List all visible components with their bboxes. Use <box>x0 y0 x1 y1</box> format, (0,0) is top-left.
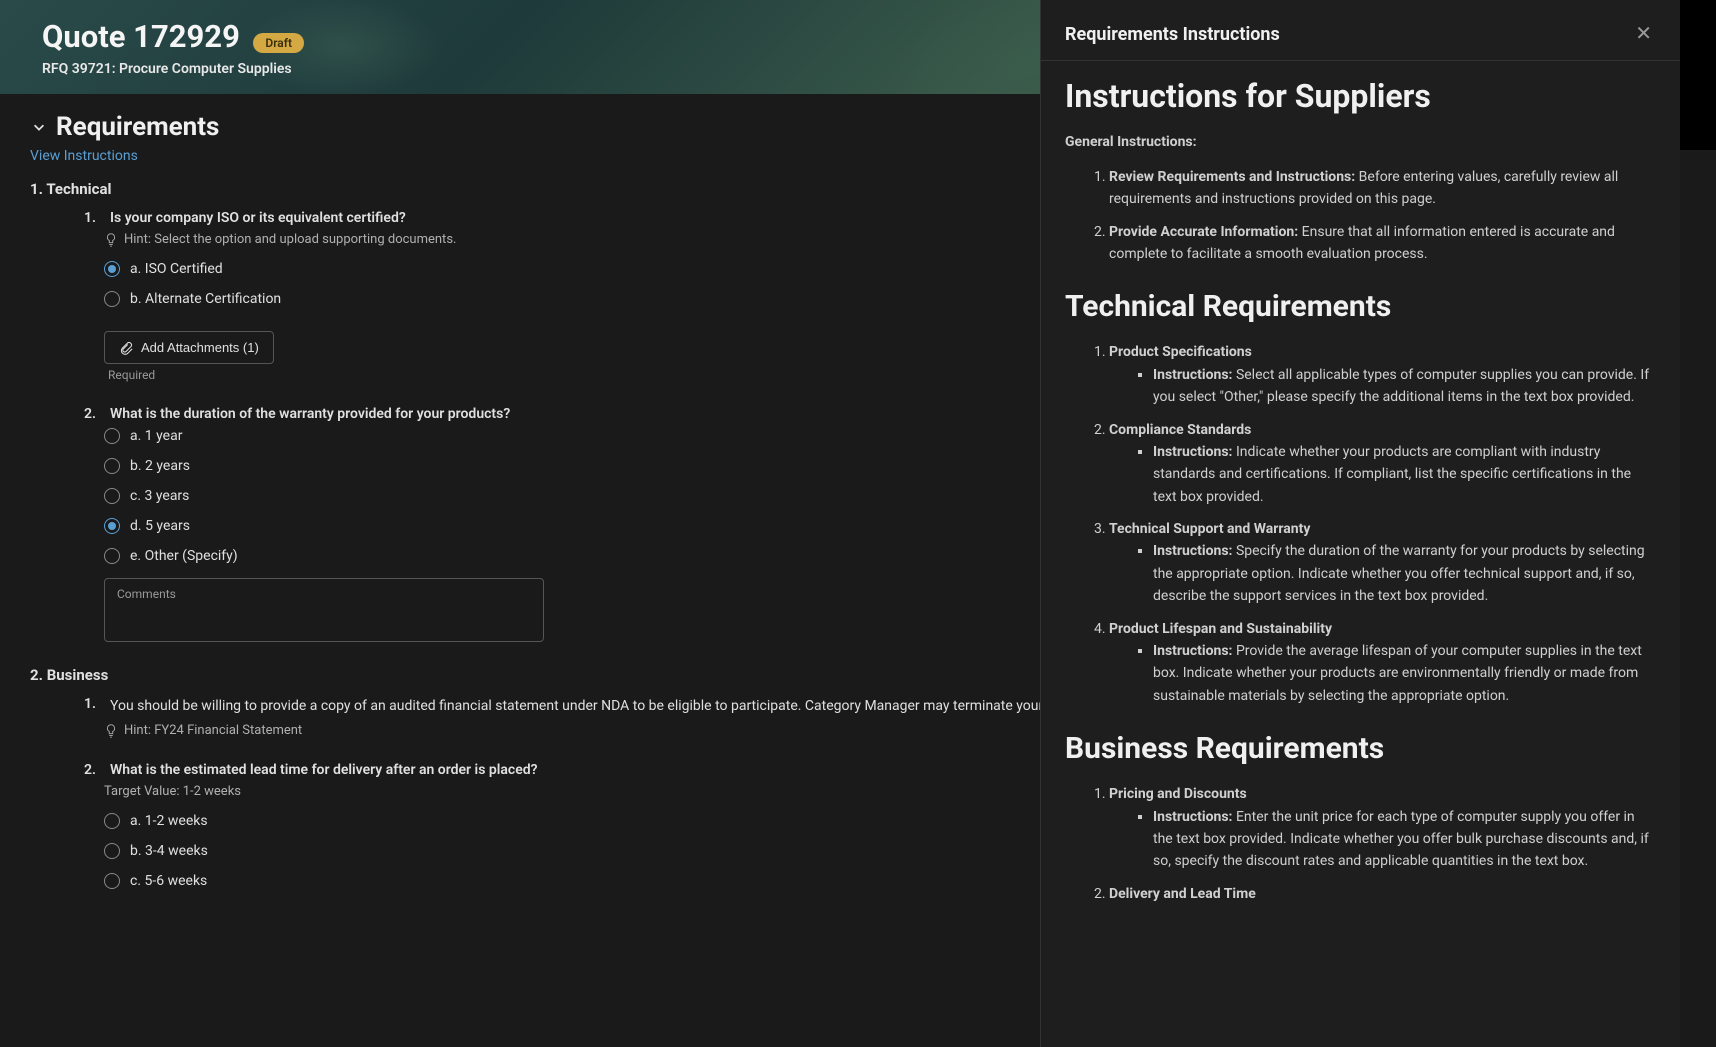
question-number: 1. <box>84 210 102 226</box>
radio-icon <box>104 428 120 444</box>
add-attachments-label: Add Attachments (1) <box>141 340 259 355</box>
chevron-down-icon[interactable] <box>30 118 48 136</box>
radio-label: a. ISO Certified <box>130 261 223 277</box>
panel-title: Requirements Instructions <box>1065 24 1280 45</box>
radio-icon <box>104 458 120 474</box>
status-badge: Draft <box>253 33 304 53</box>
technical-requirements-heading: Technical Requirements <box>1065 289 1656 325</box>
list-item: Technical Support and Warranty Instructi… <box>1109 518 1656 608</box>
radio-label: c. 5-6 weeks <box>130 873 207 889</box>
list-item: Product Specifications Instructions: Sel… <box>1109 341 1656 408</box>
hint-text: Hint: Select the option and upload suppo… <box>124 232 456 247</box>
list-item: Pricing and Discounts Instructions: Ente… <box>1109 783 1656 873</box>
list-item: Delivery and Lead Time <box>1109 883 1656 905</box>
list-item: Instructions: Provide the average lifesp… <box>1153 640 1656 707</box>
business-requirements-heading: Business Requirements <box>1065 731 1656 767</box>
general-instructions-label: General Instructions: <box>1065 134 1197 150</box>
right-rail <box>1680 0 1716 150</box>
radio-icon <box>104 873 120 889</box>
question-number: 2. <box>84 762 102 778</box>
list-item: Instructions: Specify the duration of th… <box>1153 540 1656 607</box>
radio-icon <box>104 518 120 534</box>
radio-label: b. 2 years <box>130 458 190 474</box>
paperclip-icon <box>119 341 133 355</box>
radio-icon <box>104 488 120 504</box>
list-item: Instructions: Select all applicable type… <box>1153 364 1656 409</box>
question-text: What is the duration of the warranty pro… <box>110 406 510 422</box>
hint-text: Hint: FY24 Financial Statement <box>124 723 302 738</box>
subsection-num: 2. <box>30 666 43 684</box>
radio-icon <box>104 843 120 859</box>
radio-label: c. 3 years <box>130 488 189 504</box>
close-icon: ✕ <box>1635 23 1652 45</box>
radio-icon <box>104 813 120 829</box>
list-item: Review Requirements and Instructions: Be… <box>1109 166 1656 211</box>
list-item: Provide Accurate Information: Ensure tha… <box>1109 221 1656 266</box>
radio-label: a. 1 year <box>130 428 182 444</box>
subsection-label: Business <box>47 666 109 684</box>
radio-icon <box>104 548 120 564</box>
radio-label: a. 1-2 weeks <box>130 813 208 829</box>
instructions-panel: Requirements Instructions ✕ Instructions… <box>1040 0 1680 1047</box>
question-text: What is the estimated lead time for deli… <box>110 762 538 778</box>
lightbulb-icon <box>104 724 118 738</box>
question-text: Is your company ISO or its equivalent ce… <box>110 210 406 226</box>
radio-label: b. 3-4 weeks <box>130 843 208 859</box>
subsection-num: 1. <box>30 180 43 198</box>
close-button[interactable]: ✕ <box>1631 20 1656 48</box>
radio-label: e. Other (Specify) <box>130 548 238 564</box>
quote-title: Quote 172929 <box>42 18 240 55</box>
subsection-label: Technical <box>46 180 111 198</box>
instructions-heading: Instructions for Suppliers <box>1065 77 1656 115</box>
list-item: Compliance Standards Instructions: Indic… <box>1109 419 1656 509</box>
lightbulb-icon <box>104 233 118 247</box>
requirements-section-title: Requirements <box>56 112 219 142</box>
add-attachments-button[interactable]: Add Attachments (1) <box>104 331 274 364</box>
list-item: Instructions: Indicate whether your prod… <box>1153 441 1656 508</box>
radio-label: d. 5 years <box>130 518 190 534</box>
list-item: Instructions: Enter the unit price for e… <box>1153 806 1656 873</box>
comments-input[interactable]: Comments <box>104 578 544 642</box>
question-number: 2. <box>84 406 102 422</box>
question-number: 1. <box>84 696 102 717</box>
comments-placeholder: Comments <box>117 587 531 601</box>
radio-icon <box>104 261 120 277</box>
radio-icon <box>104 291 120 307</box>
radio-label: b. Alternate Certification <box>130 291 281 307</box>
list-item: Product Lifespan and Sustainability Inst… <box>1109 618 1656 708</box>
